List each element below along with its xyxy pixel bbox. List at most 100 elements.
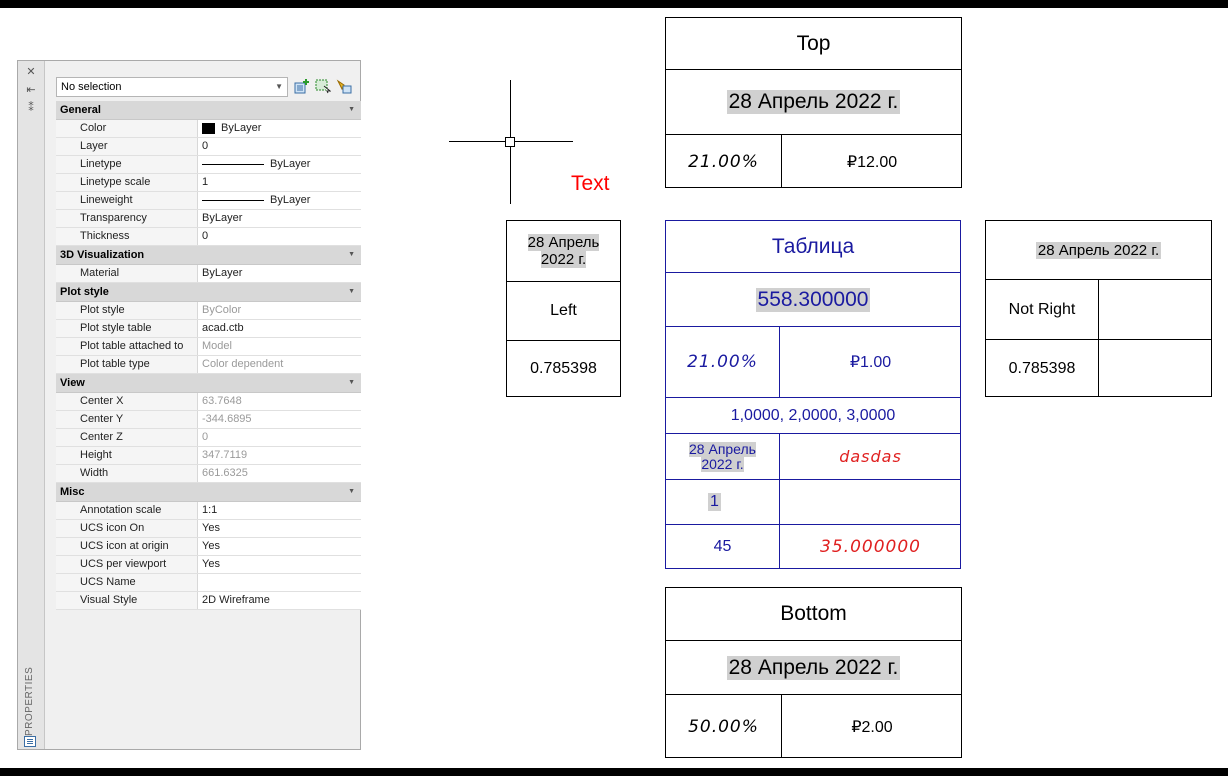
property-row[interactable]: UCS icon at origin Yes — [56, 538, 361, 556]
property-value-text: -344.6895 — [202, 413, 252, 425]
right-table[interactable]: 28 Апрель 2022 г. Not Right 0.785398 — [985, 220, 1212, 397]
property-row[interactable]: Center Z 0 — [56, 429, 361, 447]
property-row[interactable]: Transparency ByLayer — [56, 210, 361, 228]
property-row[interactable]: UCS icon On Yes — [56, 520, 361, 538]
property-value[interactable]: ByLayer — [198, 156, 361, 173]
property-value[interactable]: ByColor — [198, 302, 361, 319]
property-value[interactable]: acad.ctb — [198, 320, 361, 337]
top-table-currency: ₽12.00 — [846, 153, 898, 171]
property-value-text: 661.6325 — [202, 467, 248, 479]
top-table[interactable]: Top 28 Апрель 2022 г. 21.00% ₽12.00 — [665, 17, 962, 188]
property-name: Thickness — [56, 228, 198, 245]
property-value-text: ByLayer — [221, 122, 262, 134]
collapse-icon[interactable]: ▼ — [348, 374, 355, 392]
property-row[interactable]: Thickness 0 — [56, 228, 361, 246]
linetype-sample — [202, 164, 264, 165]
property-value[interactable]: 1 — [198, 174, 361, 191]
property-value[interactable]: 0 — [198, 138, 361, 155]
category-header[interactable]: View ▼ — [56, 374, 361, 393]
property-value-text: 347.7119 — [202, 449, 248, 461]
property-row[interactable]: Plot table attached to Model — [56, 338, 361, 356]
property-value[interactable]: 0 — [198, 228, 361, 245]
collapse-icon[interactable]: ▼ — [348, 483, 355, 501]
property-value[interactable] — [198, 574, 361, 591]
property-value[interactable]: Yes — [198, 520, 361, 537]
property-row[interactable]: Height 347.7119 — [56, 447, 361, 465]
property-value-text: 0 — [202, 431, 209, 443]
property-value[interactable]: ByLayer — [198, 265, 361, 282]
property-row[interactable]: Plot style ByColor — [56, 302, 361, 320]
property-row[interactable]: Center Y -344.6895 — [56, 411, 361, 429]
property-value[interactable]: 1:1 — [198, 502, 361, 519]
property-value-text: ByLayer — [202, 212, 243, 224]
property-value[interactable]: 63.7648 — [198, 393, 361, 410]
property-row[interactable]: Lineweight ByLayer — [56, 192, 361, 210]
property-row[interactable]: Material ByLayer — [56, 265, 361, 283]
left-table-date-line2: 2022 г. — [540, 251, 587, 268]
linetype-sample — [202, 200, 264, 201]
category-header[interactable]: General ▼ — [56, 101, 361, 120]
property-value[interactable]: 661.6325 — [198, 465, 361, 482]
collapse-icon[interactable]: ▼ — [348, 101, 355, 119]
color-swatch — [202, 123, 215, 134]
quick-select-icon[interactable] — [336, 79, 352, 94]
collapse-icon[interactable]: ▼ — [348, 283, 355, 301]
center-table-date-cell: 28 Апрель 2022 г. — [666, 434, 779, 479]
palette-title: PROPERTIES — [24, 666, 35, 736]
top-table-date-cell: 28 Апрель 2022 г. — [666, 70, 961, 134]
property-row[interactable]: Center X 63.7648 — [56, 393, 361, 411]
center-table-title: Таблица — [771, 234, 855, 258]
autohide-icon[interactable]: ⇤ — [22, 83, 40, 97]
property-name: Plot table type — [56, 356, 198, 373]
center-table[interactable]: Таблица 558.300000 21.00% ₽1.00 1,0000, … — [665, 220, 961, 569]
toggle-pickadd-icon[interactable] — [294, 79, 310, 94]
property-value[interactable]: ByLayer — [198, 192, 361, 209]
property-row[interactable]: Annotation scale 1:1 — [56, 502, 361, 520]
left-table-label: Left — [550, 302, 577, 319]
property-value[interactable]: Yes — [198, 556, 361, 573]
property-value[interactable]: Yes — [198, 538, 361, 555]
property-row[interactable]: Linetype scale 1 — [56, 174, 361, 192]
top-border-bar — [0, 0, 1228, 8]
properties-grid-icon[interactable] — [24, 736, 36, 747]
bottom-table[interactable]: Bottom 28 Апрель 2022 г. 50.00% ₽2.00 — [665, 587, 962, 758]
right-table-date: 28 Апрель 2022 г. — [1035, 241, 1162, 259]
left-table-value: 0.785398 — [530, 360, 597, 377]
text-object[interactable]: Text — [571, 172, 610, 196]
close-icon[interactable]: ✕ — [22, 65, 40, 79]
property-value[interactable]: 347.7119 — [198, 447, 361, 464]
property-value[interactable]: 0 — [198, 429, 361, 446]
property-row[interactable]: UCS per viewport Yes — [56, 556, 361, 574]
category-header[interactable]: 3D Visualization ▼ — [56, 246, 361, 265]
property-value-text: Yes — [202, 558, 220, 570]
selection-dropdown[interactable]: No selection ▼ — [56, 77, 288, 97]
settings-icon[interactable]: ⁑ — [22, 101, 40, 115]
top-table-date: 28 Апрель 2022 г. — [726, 90, 901, 114]
select-objects-icon[interactable] — [315, 79, 331, 94]
property-value-text: Color dependent — [202, 358, 284, 370]
category-header[interactable]: Misc ▼ — [56, 483, 361, 502]
property-row[interactable]: Width 661.6325 — [56, 465, 361, 483]
collapse-icon[interactable]: ▼ — [348, 246, 355, 264]
property-value[interactable]: Color dependent — [198, 356, 361, 373]
property-row[interactable]: Layer 0 — [56, 138, 361, 156]
center-table-number: 558.300000 — [755, 287, 871, 312]
property-row[interactable]: Visual Style 2D Wireframe — [56, 592, 361, 610]
property-row[interactable]: Color ByLayer — [56, 120, 361, 138]
left-table[interactable]: 28 Апрель 2022 г. Left 0.785398 — [506, 220, 621, 397]
property-row[interactable]: Plot table type Color dependent — [56, 356, 361, 374]
property-value[interactable]: 2D Wireframe — [198, 592, 361, 609]
property-row[interactable]: UCS Name — [56, 574, 361, 592]
property-value-text: 2D Wireframe — [202, 594, 270, 606]
property-row[interactable]: Plot style table acad.ctb — [56, 320, 361, 338]
right-table-date-cell: 28 Апрель 2022 г. — [986, 221, 1211, 279]
category-label: Misc — [60, 486, 85, 498]
property-value[interactable]: -344.6895 — [198, 411, 361, 428]
property-value[interactable]: Model — [198, 338, 361, 355]
property-value[interactable]: ByLayer — [198, 210, 361, 227]
property-value[interactable]: ByLayer — [198, 120, 361, 137]
property-name: Lineweight — [56, 192, 198, 209]
category-header[interactable]: Plot style ▼ — [56, 283, 361, 302]
property-row[interactable]: Linetype ByLayer — [56, 156, 361, 174]
category-label: 3D Visualization — [60, 249, 145, 261]
